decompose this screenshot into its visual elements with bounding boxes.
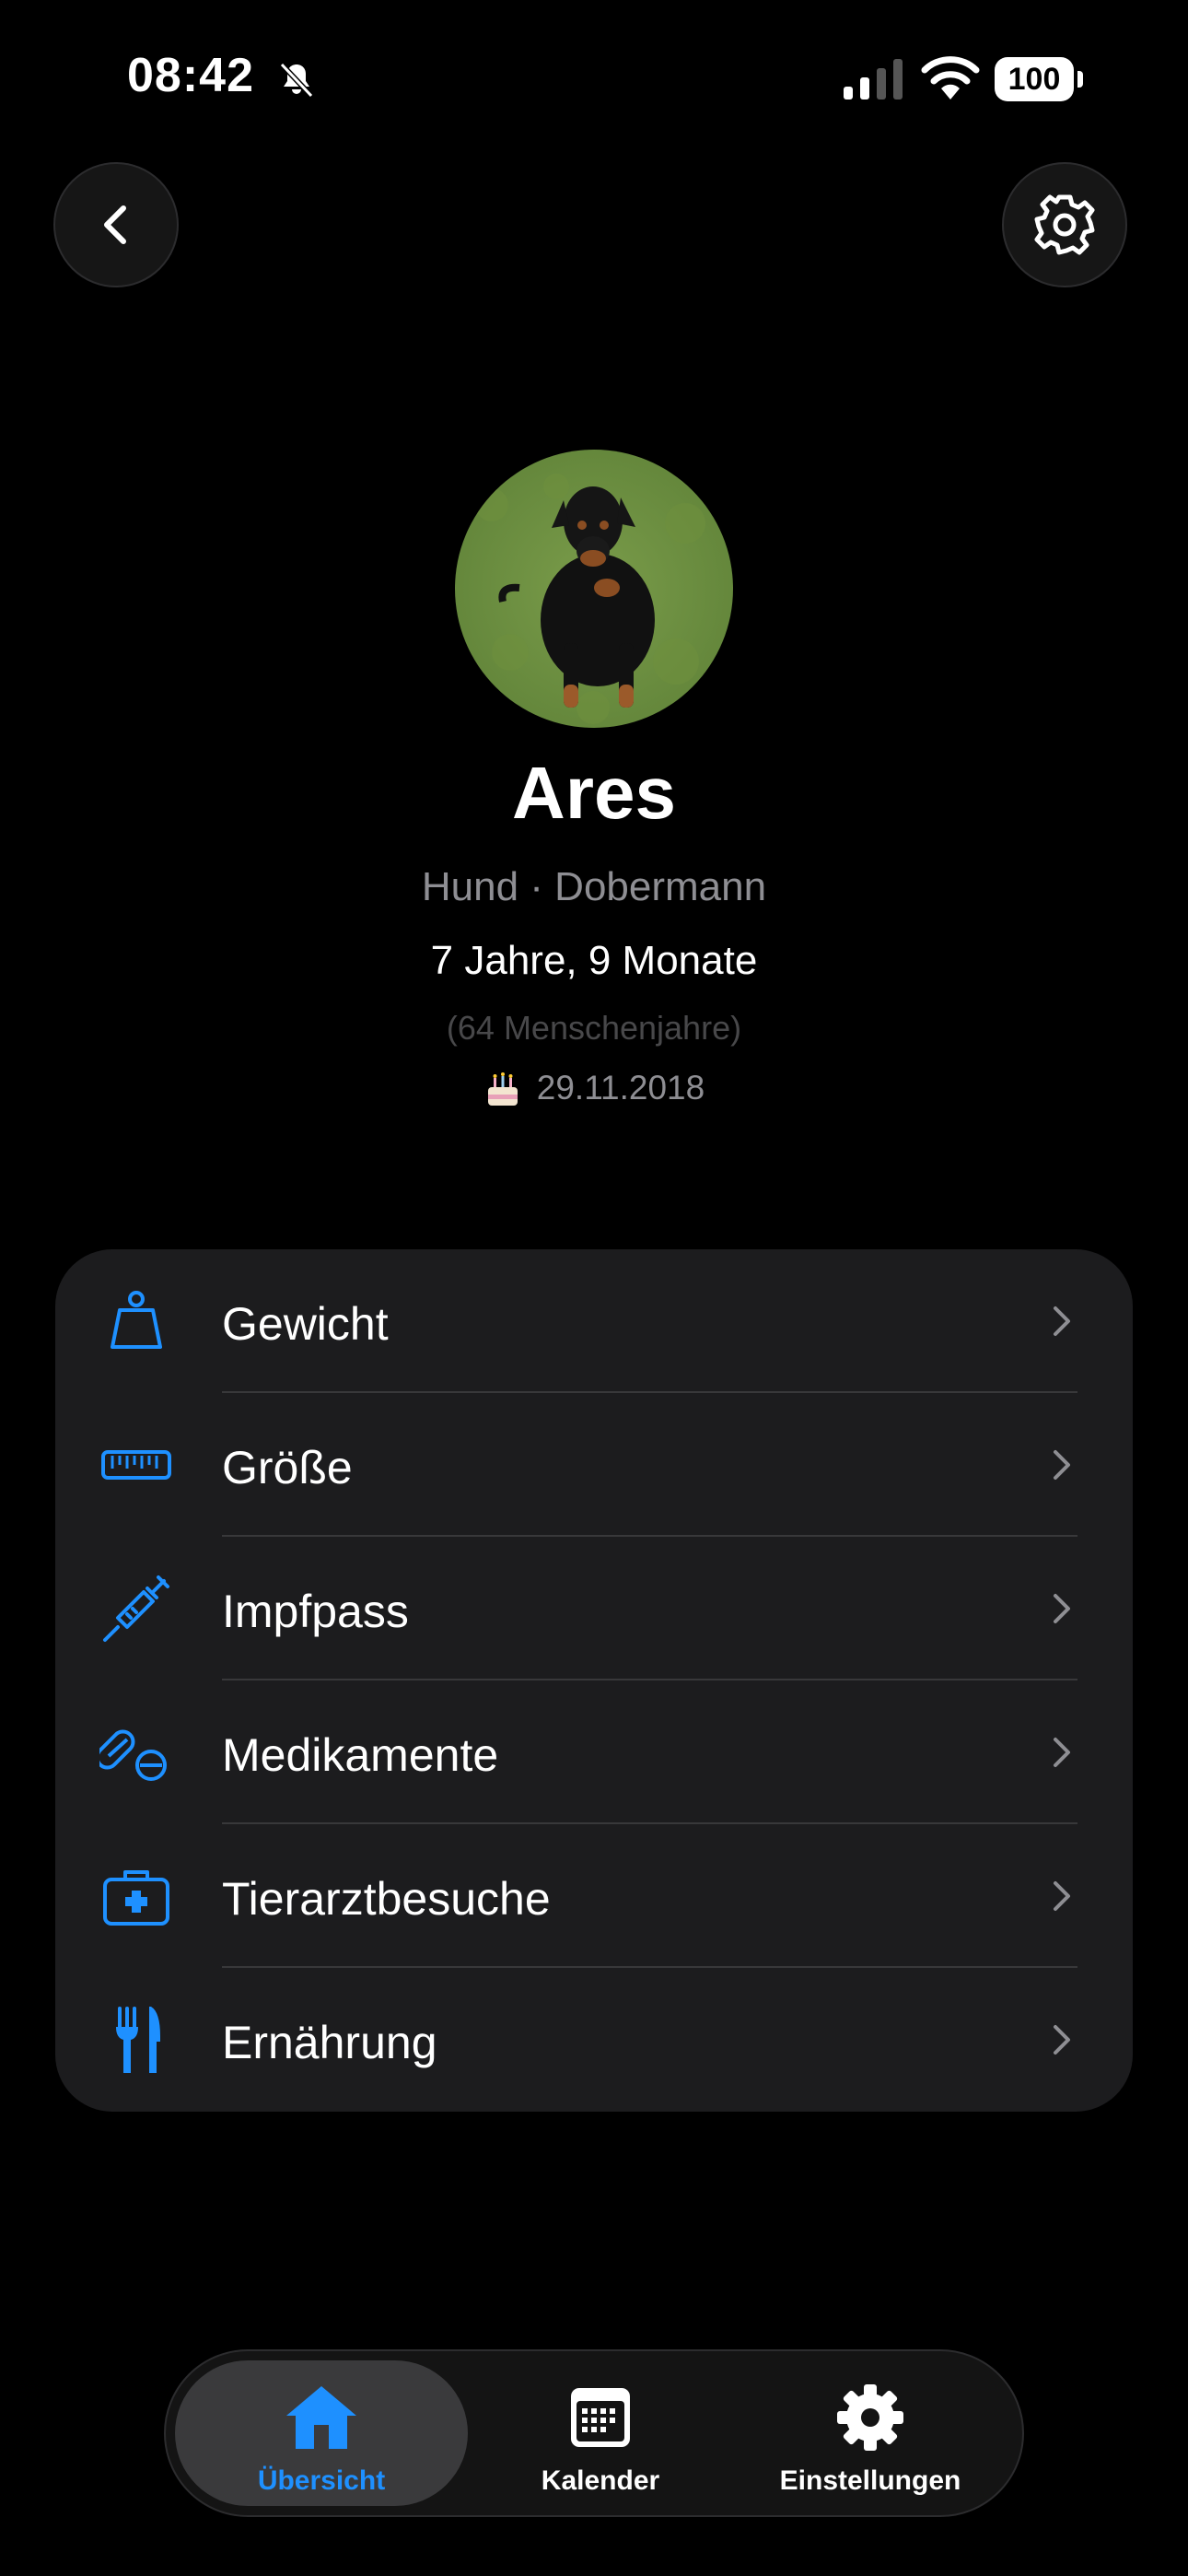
pet-avatar[interactable] (455, 450, 733, 728)
battery-indicator: 100 (995, 57, 1083, 101)
menu-item-label: Medikamente (222, 1729, 499, 1781)
pills-icon (99, 1729, 167, 1781)
fork-knife-icon (116, 2007, 160, 2073)
medical-kit-icon (103, 1870, 169, 1926)
chevron-right-icon (1054, 2025, 1070, 2055)
gear-icon (1034, 194, 1095, 255)
menu-item-label: Tierarztbesuche (222, 1873, 551, 1925)
menu-item-ernaehrung[interactable]: Ernährung (55, 1968, 1133, 2112)
pet-menu-list: Gewicht Größe Impfpass Medikamente Tiera… (55, 1249, 1133, 2112)
chevron-right-icon (1054, 1306, 1070, 1336)
pet-species-breed: Hund · Dobermann (421, 864, 767, 909)
menu-item-label: Ernährung (222, 2017, 437, 2068)
dog-photo (455, 450, 733, 728)
syringe-icon (103, 1575, 169, 1642)
chevron-right-icon (1054, 1738, 1070, 1767)
back-button[interactable] (53, 162, 179, 287)
chevron-right-icon (1054, 1594, 1070, 1623)
house-icon (286, 2386, 356, 2449)
menu-item-label: Gewicht (222, 1298, 389, 1350)
wifi-icon (921, 56, 980, 100)
battery-level: 100 (995, 57, 1074, 101)
cellular-signal-icon (844, 59, 903, 100)
birthday-date: 29.11.2018 (536, 1069, 705, 1107)
tab-label: Übersicht (257, 2465, 386, 2496)
ruler-icon (101, 1450, 171, 1480)
weight-icon (111, 1291, 162, 1349)
menu-item-impfpass[interactable]: Impfpass (55, 1537, 1133, 1680)
tab-uebersicht[interactable]: Übersicht (175, 2360, 468, 2506)
menu-item-label: Größe (222, 1442, 353, 1493)
pet-age: 7 Jahre, 9 Monate (430, 938, 758, 983)
settings-button[interactable] (1002, 162, 1127, 287)
tab-label: Kalender (541, 2465, 660, 2496)
status-time: 08:42 (127, 49, 254, 102)
tab-label: Einstellungen (779, 2465, 961, 2496)
menu-item-label: Impfpass (222, 1586, 409, 1637)
menu-item-gewicht[interactable]: Gewicht (55, 1249, 1133, 1393)
calendar-icon (571, 2388, 630, 2447)
tab-kalender[interactable]: Kalender (473, 2360, 728, 2506)
pet-name: Ares (512, 752, 676, 834)
tab-bar: Übersicht Kalender Einstellungen (164, 2349, 1024, 2517)
chevron-right-icon (1054, 1881, 1070, 1911)
tab-einstellungen[interactable]: Einstellungen (729, 2360, 1011, 2506)
pet-human-years: (64 Menschenjahre) (446, 1009, 742, 1047)
gear-icon (837, 2384, 903, 2451)
status-bar: 08:42 100 (0, 0, 1188, 157)
menu-item-medikamente[interactable]: Medikamente (55, 1680, 1133, 1824)
chevron-right-icon (1054, 1450, 1070, 1480)
bell-muted-icon (279, 62, 314, 99)
menu-item-tierarztbesuche[interactable]: Tierarztbesuche (55, 1824, 1133, 1968)
birthday-cake-icon (483, 1071, 522, 1109)
menu-item-groesse[interactable]: Größe (55, 1393, 1133, 1537)
pet-birthday: 29.11.2018 (0, 1069, 1188, 1109)
chevron-left-icon (104, 205, 126, 244)
